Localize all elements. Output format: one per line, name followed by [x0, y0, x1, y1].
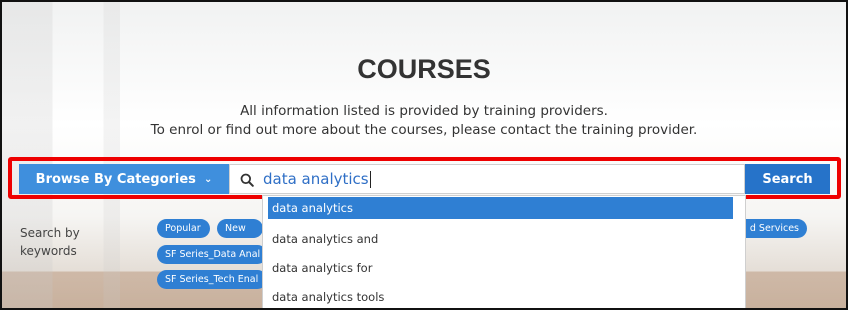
page-title: COURSES	[357, 54, 491, 84]
keywords-label-line-1: Search by	[20, 226, 80, 240]
info-line-1: All information listed is provided by tr…	[240, 103, 608, 119]
keyword-tag-sf-series-tech[interactable]: SF Series_Tech Enal	[157, 270, 267, 289]
suggestion-item[interactable]: data analytics for	[263, 257, 745, 279]
keyword-tag-new[interactable]: New	[217, 219, 263, 238]
suggestion-item[interactable]: data analytics and	[263, 228, 745, 250]
suggestion-item[interactable]: data analytics tools	[263, 286, 745, 308]
suggestion-item[interactable]: data analytics	[268, 197, 733, 219]
autocomplete-dropdown: data analytics data analytics and data a…	[262, 195, 746, 308]
page-frame: COURSES All information listed is provid…	[0, 0, 848, 310]
keyword-tag-sf-series-data[interactable]: SF Series_Data Anal	[157, 245, 267, 264]
keywords-label-line-2: keywords	[20, 244, 77, 258]
keyword-tag-popular[interactable]: Popular	[157, 219, 210, 238]
search-by-keywords-label: Search by keywords	[20, 224, 80, 260]
info-line-2: To enrol or find out more about the cour…	[150, 122, 698, 138]
search-bar-highlight	[8, 157, 841, 199]
